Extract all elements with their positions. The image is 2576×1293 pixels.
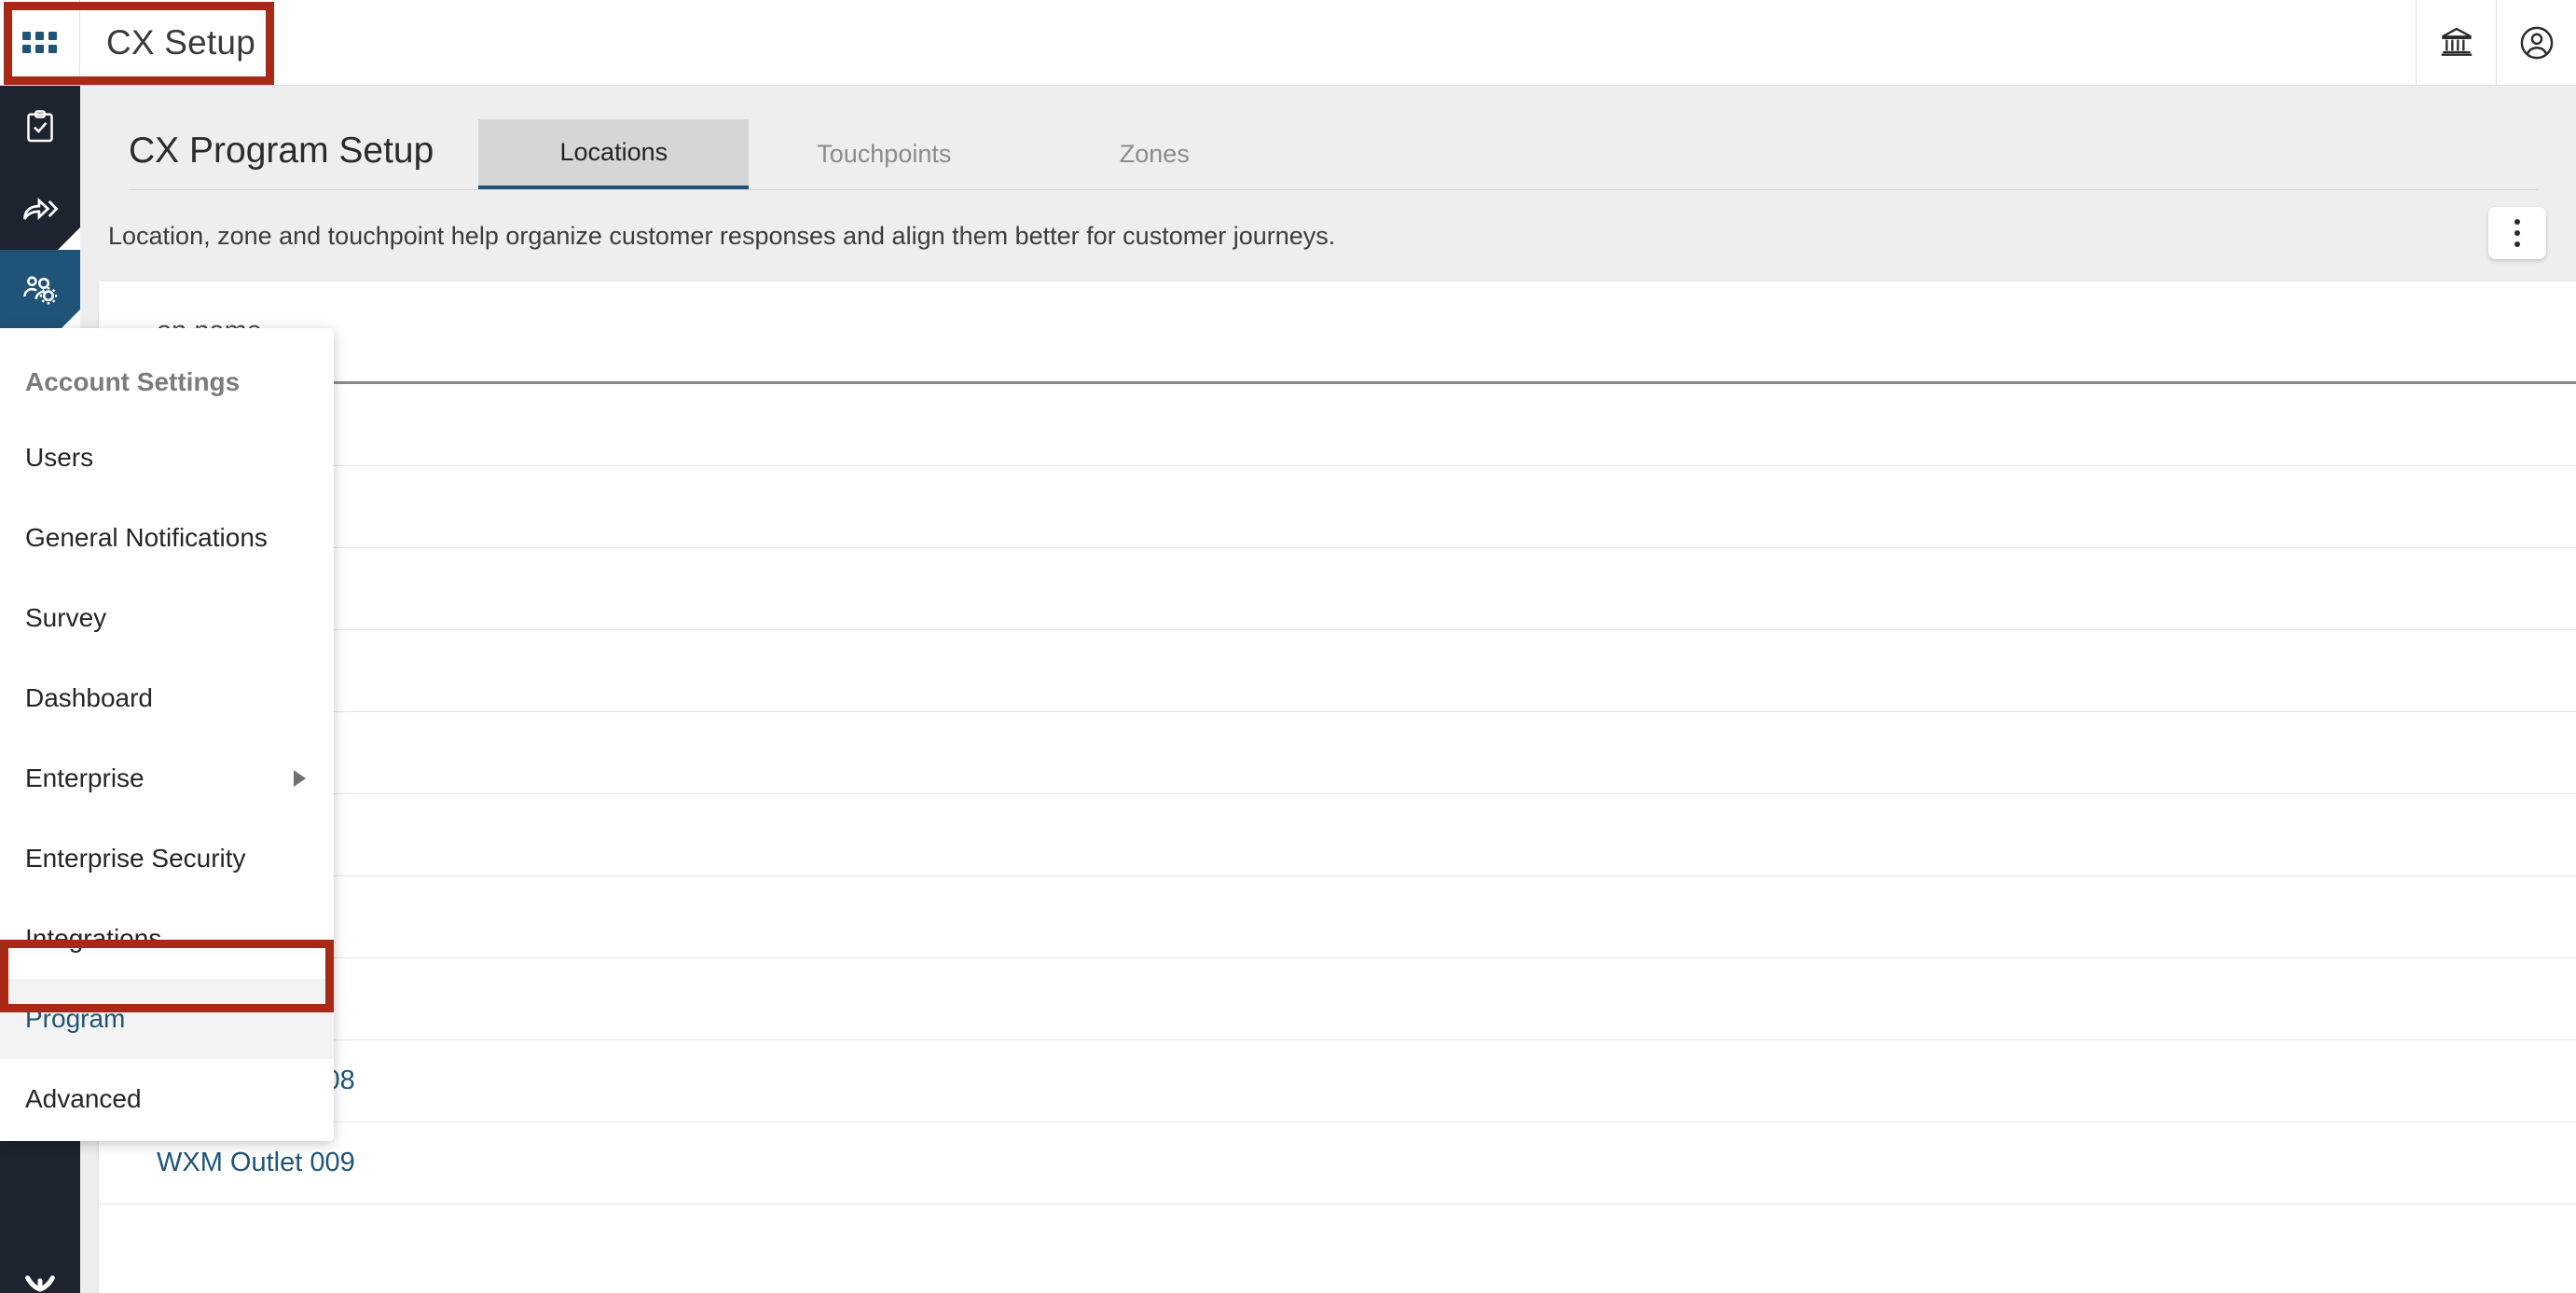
menu-item-dashboard[interactable]: Dashboard [0, 658, 334, 738]
menu-item-label: Program [25, 1004, 126, 1033]
table-row[interactable]: WXM Outlet 009 [99, 1122, 2576, 1204]
account-settings-menu-title: Account Settings [25, 367, 241, 396]
menu-item-survey[interactable]: Survey [0, 578, 334, 658]
rail-item-account-settings[interactable] [0, 250, 80, 332]
app-title: CX Setup [106, 22, 255, 62]
menu-item-enterprise[interactable]: Enterprise [0, 738, 334, 818]
table-row[interactable] [99, 466, 2576, 548]
more-options-button[interactable] [2488, 207, 2546, 259]
table-row[interactable]: WXM Outlet 008 [99, 1040, 2576, 1122]
page-description: Location, zone and touchpoint help organ… [108, 221, 1336, 250]
tab-touchpoints-label: Touchpoints [817, 140, 952, 168]
rail-item-share[interactable] [0, 168, 80, 250]
page-header-row: CX Program Setup Locations Touchpoints Z… [80, 86, 2576, 190]
menu-item-general-notifications[interactable]: General Notifications [0, 498, 334, 578]
clipboard-check-icon [21, 108, 59, 145]
page-description-bar: Location, zone and touchpoint help organ… [80, 190, 2576, 282]
partial-bottom-icon [19, 1252, 62, 1293]
tab-locations-label: Locations [559, 138, 668, 166]
apps-grid-button[interactable] [0, 0, 80, 85]
menu-item-label: Advanced [25, 1084, 142, 1113]
menu-item-enterprise-security[interactable]: Enterprise Security [0, 818, 334, 899]
user-settings-gear-icon [20, 270, 61, 311]
header-spacer [282, 0, 2416, 85]
menu-item-program[interactable]: Program [0, 979, 334, 1059]
user-account-icon [2517, 23, 2556, 62]
page-content-area: CX Program Setup Locations Touchpoints Z… [80, 86, 2576, 1293]
table-row[interactable] [99, 384, 2576, 466]
share-forward-icon [20, 188, 61, 229]
tab-zones-label: Zones [1119, 140, 1190, 168]
tab-bar: Locations Touchpoints Zones [478, 86, 1290, 190]
account-settings-menu: Account Settings Users General Notificat… [0, 328, 334, 1141]
table-row[interactable] [99, 548, 2576, 630]
user-account-button[interactable] [2496, 0, 2576, 85]
location-name-link[interactable]: WXM Outlet 009 [157, 1148, 355, 1178]
menu-item-label: Dashboard [25, 683, 153, 712]
table-row[interactable] [99, 876, 2576, 958]
tab-locations[interactable]: Locations [478, 119, 750, 190]
tab-touchpoints[interactable]: Touchpoints [749, 119, 1020, 190]
table-row[interactable] [99, 630, 2576, 712]
menu-item-label: Enterprise Security [25, 844, 246, 873]
account-settings-menu-list: Users General Notifications Survey Dashb… [0, 418, 334, 1139]
menu-item-label: Survey [25, 603, 107, 632]
grid-apps-icon [22, 32, 57, 53]
locations-table: on name WXM Outlet 008 WXM Outl [99, 282, 2576, 1293]
table-row[interactable] [99, 712, 2576, 794]
menu-item-label: General Notifications [25, 523, 268, 552]
chevron-right-icon [294, 770, 306, 787]
menu-item-label: Integrations [25, 924, 162, 953]
page-title: CX Program Setup [129, 131, 434, 171]
more-options-vertical-icon [2514, 219, 2520, 247]
menu-item-label: Users [25, 443, 94, 472]
rail-item-surveys[interactable] [0, 86, 80, 168]
table-row[interactable] [99, 794, 2576, 876]
menu-item-integrations[interactable]: Integrations [0, 899, 334, 979]
rail-item-bottom[interactable] [0, 1218, 80, 1293]
rail-corner-indicator [58, 227, 80, 250]
bank-institution-icon [2438, 24, 2475, 62]
menu-item-users[interactable]: Users [0, 418, 334, 498]
table-row[interactable] [99, 958, 2576, 1040]
menu-item-advanced[interactable]: Advanced [0, 1059, 334, 1139]
tab-zones[interactable]: Zones [1019, 119, 1290, 190]
table-header-row: on name [99, 282, 2576, 384]
bank-institution-button[interactable] [2416, 0, 2496, 85]
top-header-bar: CX Setup [0, 0, 2576, 86]
menu-item-label: Enterprise [25, 763, 145, 792]
